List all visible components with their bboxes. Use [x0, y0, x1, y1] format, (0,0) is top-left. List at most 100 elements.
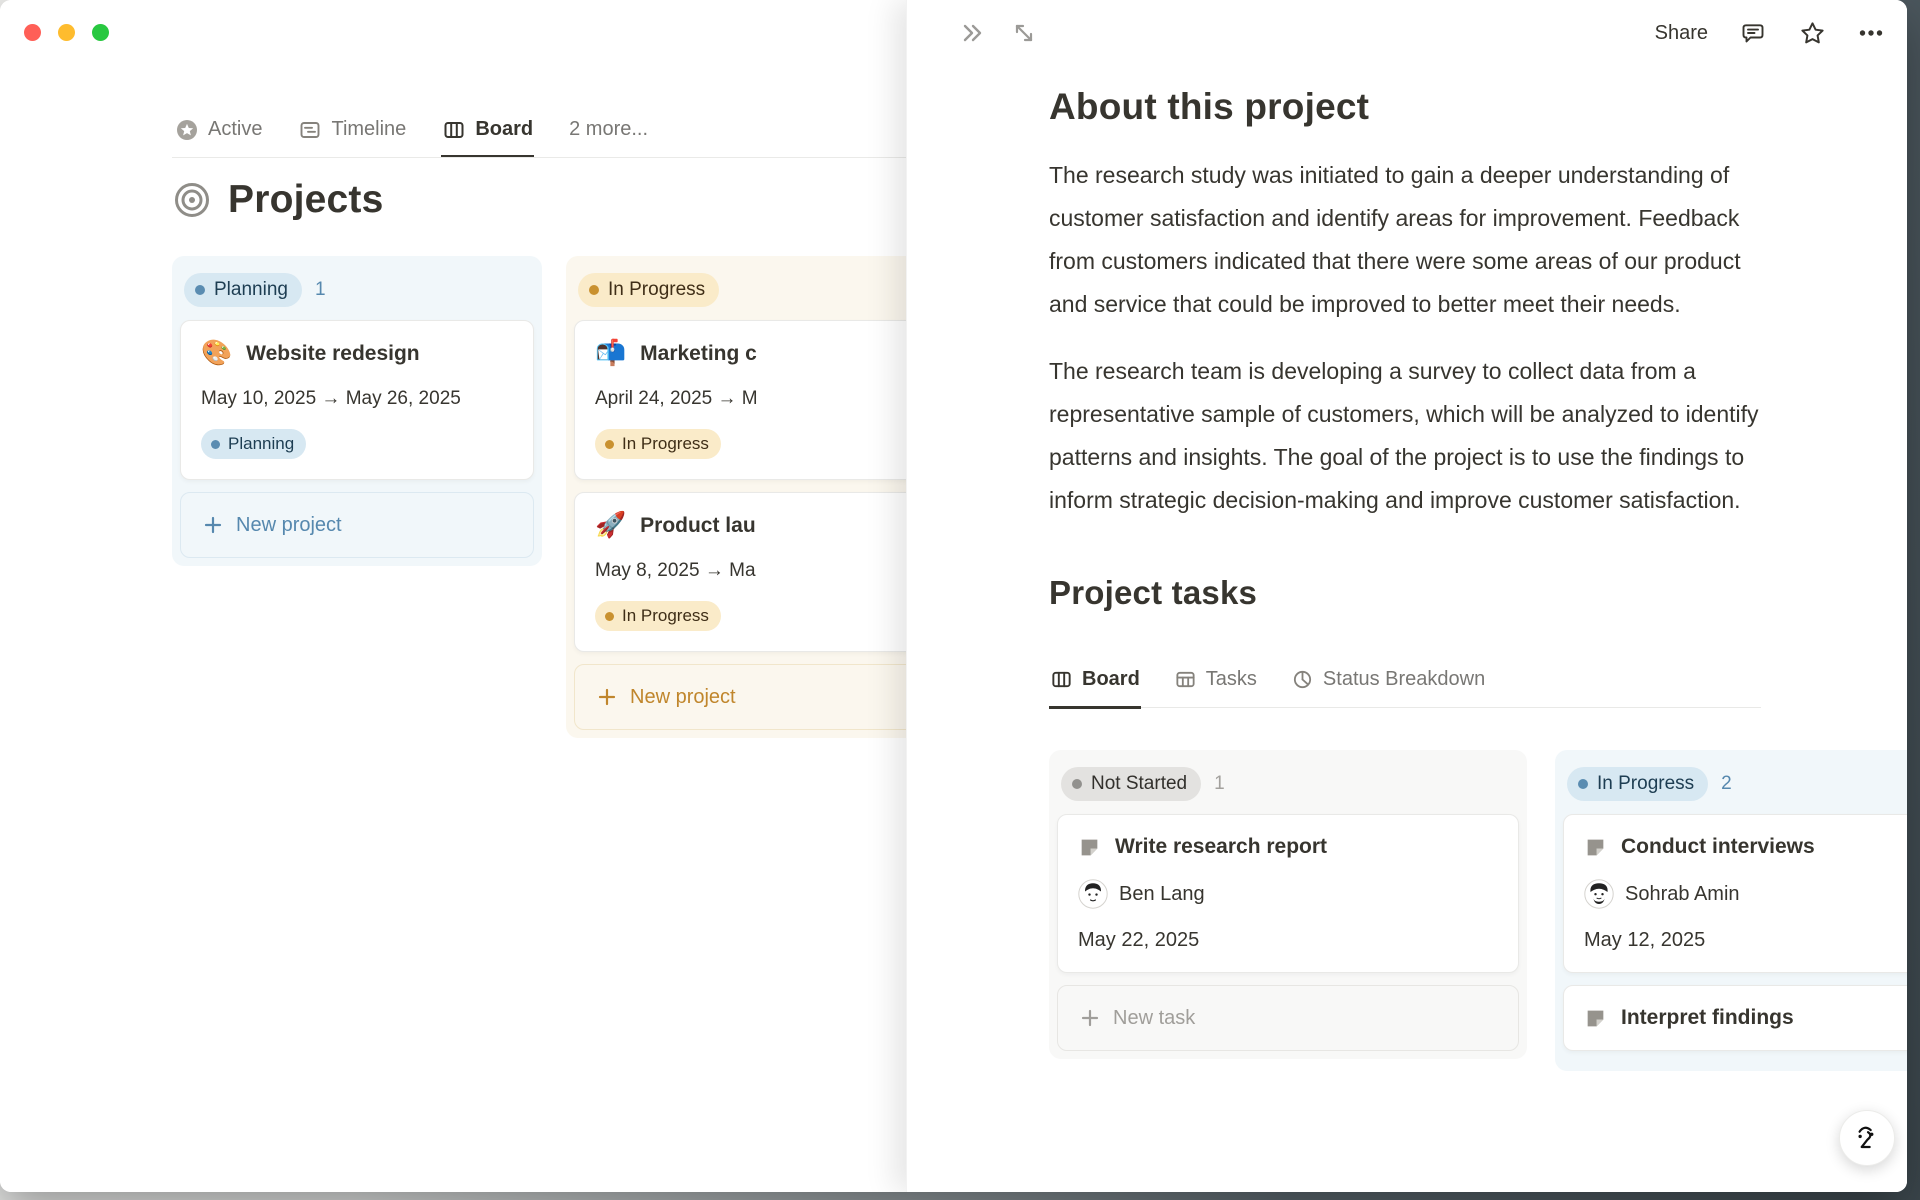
tab-label: Board — [1082, 668, 1140, 690]
status-label: Not Started — [1091, 773, 1188, 794]
tasks-view-tabs: Board Tasks Status Breakdown — [1049, 654, 1761, 709]
rocket-emoji-icon: 🚀 — [595, 511, 627, 539]
notion-ai-face-button[interactable] — [1839, 1110, 1895, 1166]
view-tabs: Active Timeline Board 2 more... — [174, 104, 649, 158]
column-count: 1 — [314, 279, 326, 300]
project-card-marketing[interactable]: 📬 Marketing c April 24, 2025 → M In Prog… — [574, 320, 928, 480]
project-card-product-launch[interactable]: 🚀 Product lau May 8, 2025 → Ma In Progre… — [574, 492, 928, 652]
tab-status-breakdown[interactable]: Status Breakdown — [1290, 654, 1486, 709]
card-title: Product lau — [640, 513, 756, 537]
timeline-icon — [298, 118, 322, 142]
tab-active[interactable]: Active — [174, 104, 263, 158]
new-project-label: New project — [630, 685, 736, 708]
pie-chart-icon — [1291, 668, 1314, 691]
assignee-row: Sohrab Amin — [1584, 879, 1907, 909]
projects-board: Planning 1 🎨 Website redesign May 10, 20… — [172, 256, 936, 738]
status-tag-in-progress: In Progress — [595, 429, 721, 459]
task-card-conduct-interviews[interactable]: Conduct interviews Sohrab Amin May 12, 2… — [1563, 814, 1907, 973]
avatar-ben-lang — [1078, 879, 1108, 909]
star-circle-icon — [175, 118, 199, 142]
tab-label: Board — [475, 118, 534, 140]
column-count: 1 — [1214, 773, 1225, 794]
card-title-row: 🎨 Website redesign — [201, 341, 513, 366]
close-window-button[interactable] — [24, 24, 41, 41]
tab-label: 2 more... — [569, 118, 649, 140]
column-header: In Progress 2 — [1563, 758, 1907, 814]
avatar-sohrab-amin — [1584, 879, 1614, 909]
close-peek-icon[interactable] — [959, 19, 987, 47]
status-dot — [605, 611, 614, 621]
status-label: Planning — [214, 279, 288, 300]
tab-label: Active — [208, 118, 263, 140]
tab-label: Status Breakdown — [1322, 668, 1486, 690]
about-paragraph-1: The research study was initiated to gain… — [1049, 162, 1741, 317]
card-title-row: Write research report — [1078, 835, 1498, 859]
status-dot — [195, 285, 205, 295]
card-tag-row: In Progress — [595, 601, 907, 631]
assignee-name: Ben Lang — [1119, 882, 1205, 905]
side-peek-panel: Share About this project The research st… — [906, 0, 1907, 1192]
tab-tasks-table[interactable]: Tasks — [1173, 654, 1258, 709]
zoom-window-button[interactable] — [92, 24, 109, 41]
column-tasks-in-progress: In Progress 2 Conduct interviews Sohrab … — [1555, 750, 1907, 1071]
status-label: In Progress — [1597, 773, 1695, 794]
status-dot — [1578, 779, 1588, 789]
new-project-label: New project — [236, 513, 342, 536]
page-icon — [1584, 836, 1607, 859]
card-title: Write research report — [1115, 835, 1328, 858]
board-icon — [1050, 668, 1073, 691]
project-card-website-redesign[interactable]: 🎨 Website redesign May 10, 2025 → May 26… — [180, 320, 534, 480]
task-card-write-research-report[interactable]: Write research report Ben Lang May 22, 2… — [1057, 814, 1519, 973]
tab-board[interactable]: Board — [441, 104, 535, 158]
new-task-button[interactable]: New task — [1057, 985, 1519, 1051]
status-label: In Progress — [608, 279, 706, 300]
card-title: Marketing c — [640, 341, 757, 365]
tab-timeline[interactable]: Timeline — [297, 104, 407, 158]
screen: Active Timeline Board 2 more... Projects… — [0, 0, 1920, 1200]
card-dates: May 10, 2025 → May 26, 2025 — [201, 388, 461, 409]
status-dot — [211, 439, 220, 449]
page-icon — [1078, 836, 1101, 859]
table-icon — [1174, 668, 1197, 691]
tag-label: In Progress — [622, 606, 709, 625]
new-project-button[interactable]: New project — [574, 664, 928, 730]
more-options-icon[interactable] — [1857, 19, 1885, 47]
window-controls — [24, 24, 109, 41]
plus-icon — [1079, 1007, 1101, 1029]
palette-emoji-icon: 🎨 — [201, 339, 233, 367]
minimize-window-button[interactable] — [58, 24, 75, 41]
task-card-interpret-findings[interactable]: Interpret findings — [1563, 985, 1907, 1051]
column-header: Not Started 1 — [1057, 758, 1519, 814]
mailbox-emoji-icon: 📬 — [595, 339, 627, 367]
card-title: Interpret findings — [1621, 1006, 1794, 1029]
new-project-button[interactable]: New project — [180, 492, 534, 558]
status-pill-in-progress[interactable]: In Progress — [578, 273, 720, 307]
status-dot — [589, 285, 599, 295]
plus-icon — [202, 514, 224, 536]
status-dot — [1072, 779, 1082, 789]
project-tasks-heading: Project tasks — [1049, 574, 1258, 611]
about-heading: About this project — [1049, 86, 1370, 127]
status-pill-planning[interactable]: Planning — [184, 273, 302, 307]
ai-face-icon — [1848, 1119, 1886, 1157]
card-title-row: Conduct interviews — [1584, 835, 1907, 859]
tab-tasks-board[interactable]: Board — [1049, 654, 1141, 709]
tab-more-views[interactable]: 2 more... — [568, 104, 649, 158]
comments-icon[interactable] — [1738, 19, 1768, 47]
expand-page-icon[interactable] — [1011, 20, 1037, 46]
card-title-row: 🚀 Product lau — [595, 513, 907, 538]
status-pill-in-progress[interactable]: In Progress — [1567, 767, 1709, 801]
target-icon — [172, 180, 212, 220]
card-title-row: 📬 Marketing c — [595, 341, 907, 366]
app-window: Active Timeline Board 2 more... Projects… — [0, 0, 1907, 1192]
new-task-label: New task — [1113, 1006, 1196, 1029]
card-dates: April 24, 2025 → M — [595, 388, 758, 409]
status-pill-not-started[interactable]: Not Started — [1061, 767, 1202, 801]
column-header: Planning 1 — [180, 264, 534, 320]
assignee-name: Sohrab Amin — [1625, 882, 1740, 905]
card-title: Website redesign — [246, 341, 420, 365]
status-tag-planning: Planning — [201, 429, 307, 459]
favorite-star-icon[interactable] — [1798, 19, 1827, 48]
card-tag-row: Planning — [201, 429, 513, 459]
share-button[interactable]: Share — [1655, 22, 1708, 45]
